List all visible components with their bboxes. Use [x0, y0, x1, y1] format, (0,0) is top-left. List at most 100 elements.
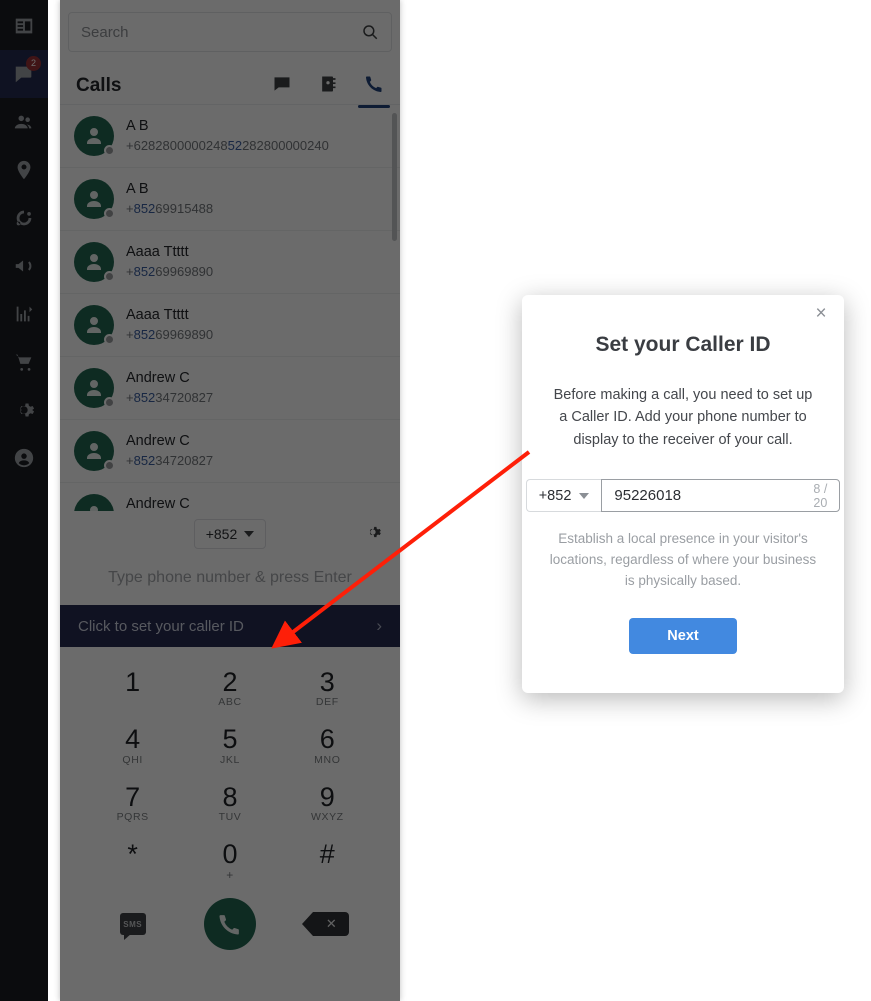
key-letters: + [226, 868, 234, 883]
modal-country-code-value: +852 [538, 487, 572, 504]
key-letters: WXYZ [310, 811, 344, 824]
chats-unread-badge: 2 [26, 56, 41, 71]
modal-title: Set your Caller ID [595, 333, 771, 356]
list-item[interactable]: Andrew C +85234720827 [60, 357, 400, 420]
contact-list[interactable]: A B +628280000024852282800000240 A B +85… [60, 104, 400, 522]
presence-dot [104, 334, 115, 345]
key-letters: DEF [315, 696, 339, 709]
key-9[interactable]: 9 WXYZ [279, 776, 376, 833]
sms-action[interactable]: SMS [84, 913, 181, 941]
set-caller-id-banner[interactable]: Click to set your caller ID › [60, 605, 400, 647]
contact-text: Aaaa Ttttt +85269969890 [126, 305, 213, 345]
key-6[interactable]: 6 MNO [279, 718, 376, 775]
sidebar-item-contacts[interactable] [0, 98, 48, 146]
caller-id-input[interactable] [614, 487, 814, 505]
sidebar-item-commerce[interactable] [0, 338, 48, 386]
next-button[interactable]: Next [629, 618, 737, 655]
sidebar-item-automation[interactable] [0, 194, 48, 242]
key-letters: QHI [122, 753, 143, 766]
list-item[interactable]: Aaaa Ttttt +85269969890 [60, 294, 400, 357]
list-item[interactable]: A B +628280000024852282800000240 [60, 105, 400, 168]
key-2[interactable]: 2 ABC [181, 661, 278, 718]
contact-name: A B [126, 181, 149, 198]
automation-icon [16, 210, 32, 226]
chevron-down-icon [244, 531, 255, 537]
key-1[interactable]: 1 [84, 661, 181, 718]
call-button[interactable] [203, 898, 256, 951]
sidebar-item-dashboard[interactable] [0, 2, 48, 50]
set-caller-id-label: Click to set your caller ID [78, 617, 244, 635]
avatar [74, 242, 115, 282]
avatar [74, 431, 115, 471]
sidebar-item-chats[interactable]: 2 [0, 50, 48, 98]
app-root: 2 Search Calls A B +62828000002485228280… [0, 0, 871, 1001]
key-digit: 9 [319, 781, 335, 812]
key-letters: PQRS [116, 811, 149, 824]
avatar [74, 116, 115, 156]
modal-country-code-select[interactable]: +852 [525, 479, 602, 513]
key-hash[interactable]: # [279, 833, 376, 890]
avatar [74, 368, 115, 408]
sidebar-item-locations[interactable] [0, 146, 48, 194]
key-letters [279, 868, 376, 881]
gear-icon [19, 403, 35, 417]
cart-icon [15, 354, 32, 371]
avatar [74, 179, 115, 219]
person-icon [87, 380, 101, 396]
key-digit: * [127, 839, 138, 870]
dialer-input[interactable]: Type phone number & press Enter [60, 557, 400, 605]
key-7[interactable]: 7 PQRS [84, 776, 181, 833]
analytics-icon [16, 306, 33, 322]
person-icon [87, 128, 101, 144]
key-letters: ABC [218, 696, 242, 709]
contact-list-scrollbar[interactable] [392, 113, 397, 241]
keypad-row: * 0 + # [84, 833, 376, 890]
sidebar-item-analytics[interactable] [0, 290, 48, 338]
key-5[interactable]: 5 JKL [181, 718, 278, 775]
presence-dot [104, 271, 115, 282]
key-digit: 4 [125, 724, 141, 755]
person-icon [87, 191, 101, 207]
key-digit: 0 [222, 839, 238, 870]
contact-text: Aaaa Ttttt +85269969890 [126, 242, 213, 282]
sidebar-item-settings[interactable] [0, 386, 48, 434]
key-4[interactable]: 4 QHI [84, 718, 181, 775]
search-box[interactable] [68, 12, 392, 52]
close-icon[interactable]: × [810, 303, 832, 325]
keypad: 1 2 ABC 3 DEF 4 QHI 5 JKL 6 MNO 7 PQRS 8 TUV 9W… [60, 647, 400, 890]
country-code-select[interactable]: +852 [193, 519, 267, 549]
list-item[interactable]: Andrew C +85234720827 [60, 420, 400, 483]
key-0[interactable]: 0 + [181, 833, 278, 890]
contact-name: Andrew C [126, 433, 190, 450]
sidebar-item-broadcast[interactable] [0, 242, 48, 290]
person-icon [87, 317, 101, 333]
sidebar-item-account[interactable] [0, 434, 48, 482]
key-8[interactable]: 8 TUV [181, 776, 278, 833]
dialer-actions: SMS ✕ [60, 890, 400, 951]
backspace-action[interactable]: ✕ [279, 912, 376, 937]
contact-text: A B +85269915488 [126, 179, 213, 219]
tab-contacts[interactable] [318, 68, 338, 104]
gear-icon [369, 526, 381, 538]
contact-text: Andrew C +85234720827 [126, 368, 213, 408]
panel-tabs [272, 68, 390, 108]
modal-actions: Next [522, 592, 844, 655]
contact-number: +85269969890 [126, 327, 214, 343]
key-3[interactable]: 3 DEF [279, 661, 376, 718]
dialer-settings-button[interactable] [364, 523, 382, 546]
call-action[interactable] [181, 898, 278, 951]
search-input[interactable] [81, 23, 361, 41]
key-letters [84, 868, 181, 881]
key-star[interactable]: * [84, 833, 181, 890]
contact-number: +85234720827 [126, 390, 214, 406]
tab-messages[interactable] [272, 68, 292, 104]
tab-calls[interactable] [358, 68, 390, 108]
presence-dot [104, 208, 115, 219]
phone-icon [219, 915, 240, 935]
contact-name: Aaaa Ttttt [126, 244, 189, 261]
person-icon [87, 443, 101, 459]
caller-id-input-wrap[interactable]: 8 / 20 [601, 479, 841, 513]
list-item[interactable]: A B +85269915488 [60, 168, 400, 231]
list-item[interactable]: Aaaa Ttttt +85269969890 [60, 231, 400, 294]
caller-id-phone-row: +852 8 / 20 [522, 451, 844, 513]
